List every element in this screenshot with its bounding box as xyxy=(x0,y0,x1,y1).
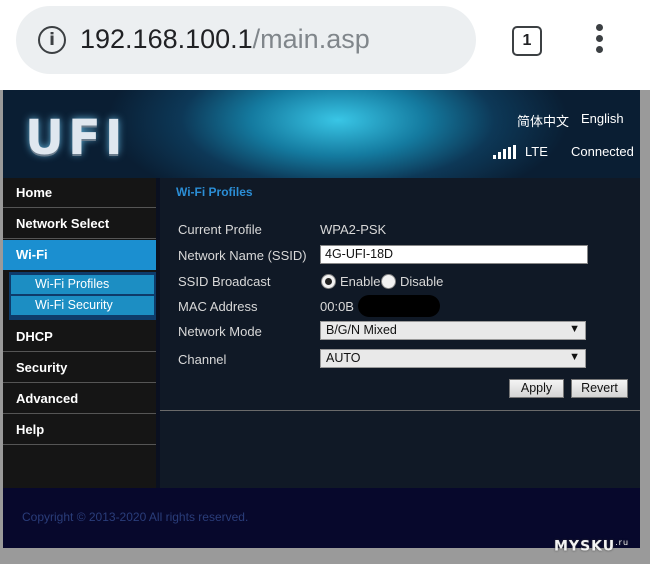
tab-switcher-button[interactable]: 1 xyxy=(512,26,542,56)
lang-chinese-link[interactable]: 简体中文 xyxy=(517,111,569,130)
redaction-mark xyxy=(358,295,440,317)
content-divider xyxy=(160,410,640,411)
channel-value: AUTO xyxy=(326,351,361,365)
sidebar-nav: Home Network Select Wi-Fi Wi-Fi Profiles… xyxy=(3,178,156,488)
mac-address-value: 00:0B xyxy=(320,299,354,314)
network-type: LTE xyxy=(525,144,548,159)
address-bar[interactable]: i 192.168.100.1/main.asp xyxy=(16,6,476,74)
footer: Copyright © 2013-2020 All rights reserve… xyxy=(3,488,640,548)
url-host: 192.168.100.1 xyxy=(80,24,253,54)
ssid-broadcast-label: SSID Broadcast xyxy=(178,274,271,289)
broadcast-enable-radio[interactable] xyxy=(321,274,336,289)
channel-select[interactable]: AUTO ▼ xyxy=(320,349,586,368)
signal-icon xyxy=(493,145,517,159)
nav-advanced[interactable]: Advanced xyxy=(3,384,156,414)
lang-english-link[interactable]: English xyxy=(581,111,624,126)
connection-status: Connected xyxy=(571,144,634,159)
section-title: Wi-Fi Profiles xyxy=(176,185,253,199)
info-icon[interactable]: i xyxy=(38,26,66,54)
channel-label: Channel xyxy=(178,352,227,367)
ufi-logo: UFI xyxy=(25,110,127,166)
main-content: Wi-Fi Profiles Current Profile WPA2-PSK … xyxy=(160,178,640,488)
browser-toolbar: i 192.168.100.1/main.asp 1 xyxy=(0,0,650,88)
nav-help[interactable]: Help xyxy=(3,415,156,445)
wifi-submenu: Wi-Fi Profiles Wi-Fi Security xyxy=(9,272,156,320)
nav-wifi-profiles[interactable]: Wi-Fi Profiles xyxy=(11,275,154,294)
nav-wifi-security[interactable]: Wi-Fi Security xyxy=(11,296,154,315)
mysku-watermark: MYSKU.ru xyxy=(554,538,629,555)
network-mode-select[interactable]: B/G/N Mixed ▼ xyxy=(320,321,586,340)
ssid-input[interactable]: 4G-UFI-18D xyxy=(320,245,588,264)
ssid-label: Network Name (SSID) xyxy=(178,248,307,263)
router-page: UFI 简体中文 English LTE Connected Home Netw… xyxy=(0,90,650,564)
copyright-text: Copyright © 2013-2020 All rights reserve… xyxy=(22,510,249,524)
broadcast-disable-radio[interactable] xyxy=(381,274,396,289)
broadcast-enable-label: Enable xyxy=(340,274,381,289)
chevron-down-icon: ▼ xyxy=(569,323,580,335)
nav-network-select[interactable]: Network Select xyxy=(3,209,156,239)
current-profile-value: WPA2-PSK xyxy=(320,222,387,237)
nav-dhcp[interactable]: DHCP xyxy=(3,322,156,352)
nav-wifi[interactable]: Wi-Fi xyxy=(3,240,156,270)
watermark-text: MYSKU xyxy=(554,538,616,555)
watermark-suffix: .ru xyxy=(615,538,630,547)
network-mode-label: Network Mode xyxy=(178,324,262,339)
nav-home[interactable]: Home xyxy=(3,178,156,208)
url-text[interactable]: 192.168.100.1/main.asp xyxy=(80,24,370,55)
router-frame: UFI 简体中文 English LTE Connected Home Netw… xyxy=(3,90,640,548)
menu-icon[interactable] xyxy=(590,24,608,60)
chevron-down-icon: ▼ xyxy=(569,351,580,363)
apply-button[interactable]: Apply xyxy=(509,379,564,398)
network-mode-value: B/G/N Mixed xyxy=(326,323,397,337)
revert-button[interactable]: Revert xyxy=(571,379,628,398)
url-path: /main.asp xyxy=(252,24,370,54)
nav-security[interactable]: Security xyxy=(3,353,156,383)
header-banner: UFI 简体中文 English LTE Connected xyxy=(3,90,640,178)
broadcast-disable-label: Disable xyxy=(400,274,444,289)
mac-address-label: MAC Address xyxy=(178,299,258,314)
current-profile-label: Current Profile xyxy=(178,222,262,237)
